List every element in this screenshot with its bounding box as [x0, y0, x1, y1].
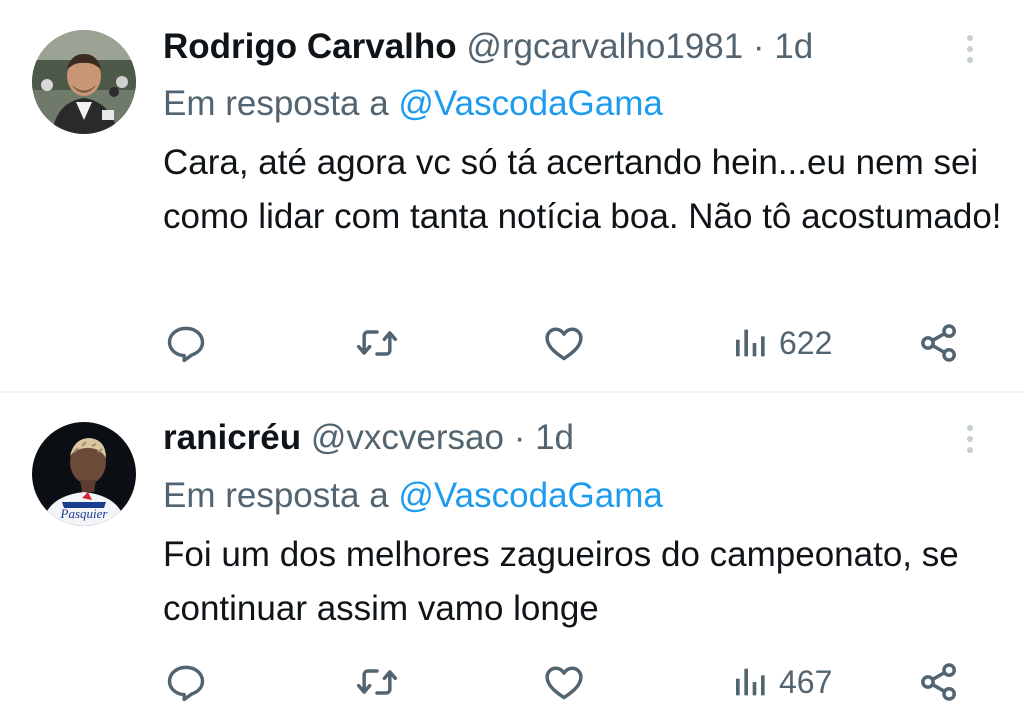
- reply-icon: [167, 326, 205, 363]
- tweet-1[interactable]: Rodrigo Carvalho @rgcarvalho1981 · 1d Em…: [0, 0, 1024, 392]
- tweet-text: Foi um dos melhores zagueiros do campeon…: [163, 535, 959, 628]
- views-button[interactable]: 467: [731, 657, 832, 707]
- tweet-time[interactable]: 1d: [535, 418, 574, 457]
- tweet-actions: 622: [0, 318, 1024, 368]
- reply-button[interactable]: [164, 657, 208, 707]
- share-button[interactable]: [917, 318, 961, 368]
- replying-mention[interactable]: @VascodaGama: [398, 476, 662, 515]
- heart-icon: [545, 327, 583, 361]
- views-count: 622: [779, 324, 833, 361]
- share-button[interactable]: [917, 657, 961, 707]
- retweet-icon: [356, 330, 398, 356]
- share-icon: [921, 324, 956, 362]
- sponsor-logo: Pasquier: [60, 506, 109, 521]
- retweet-button[interactable]: [354, 318, 400, 368]
- replying-to: Em resposta a @VascodaGama: [163, 476, 663, 516]
- author-name[interactable]: ranicréu: [163, 418, 301, 457]
- views-icon: [736, 329, 765, 357]
- avatar[interactable]: [32, 30, 136, 134]
- tweet-time[interactable]: 1d: [774, 27, 813, 66]
- author-name[interactable]: Rodrigo Carvalho: [163, 27, 457, 66]
- tweet-2[interactable]: Pasquier ranicréu @vxcversao · 1d Em res…: [0, 394, 1024, 728]
- author-handle[interactable]: @rgcarvalho1981: [466, 27, 743, 66]
- retweet-button[interactable]: [354, 657, 400, 707]
- heart-icon: [545, 666, 583, 700]
- like-button[interactable]: [542, 318, 586, 368]
- retweet-icon: [356, 669, 398, 695]
- author-handle[interactable]: @vxcversao: [311, 418, 504, 457]
- profile-photo-player-icon: Pasquier: [32, 422, 136, 526]
- like-button[interactable]: [542, 657, 586, 707]
- avatar[interactable]: Pasquier: [32, 422, 136, 526]
- profile-photo-stadium-icon: [32, 30, 136, 134]
- tweet-header: Rodrigo Carvalho @rgcarvalho1981 · 1d: [163, 27, 813, 67]
- tweet-actions: 467: [0, 657, 1024, 707]
- share-icon: [921, 663, 956, 701]
- replying-prefix: Em resposta a: [163, 476, 389, 515]
- more-options-icon[interactable]: [958, 422, 982, 458]
- more-options-icon[interactable]: [958, 32, 982, 68]
- replying-mention[interactable]: @VascodaGama: [398, 84, 662, 123]
- replying-to: Em resposta a @VascodaGama: [163, 84, 663, 124]
- views-icon: [736, 668, 765, 696]
- reply-icon: [167, 665, 205, 702]
- tweet-text: Cara, até agora vc só tá acertando hein.…: [163, 143, 1002, 236]
- views-count: 467: [779, 663, 833, 700]
- replying-prefix: Em resposta a: [163, 84, 389, 123]
- tweet-divider: [0, 391, 1024, 393]
- reply-button[interactable]: [164, 318, 208, 368]
- views-button[interactable]: 622: [731, 318, 832, 368]
- tweet-header: ranicréu @vxcversao · 1d: [163, 418, 574, 458]
- separator-dot: ·: [513, 418, 526, 457]
- separator-dot: ·: [752, 27, 765, 66]
